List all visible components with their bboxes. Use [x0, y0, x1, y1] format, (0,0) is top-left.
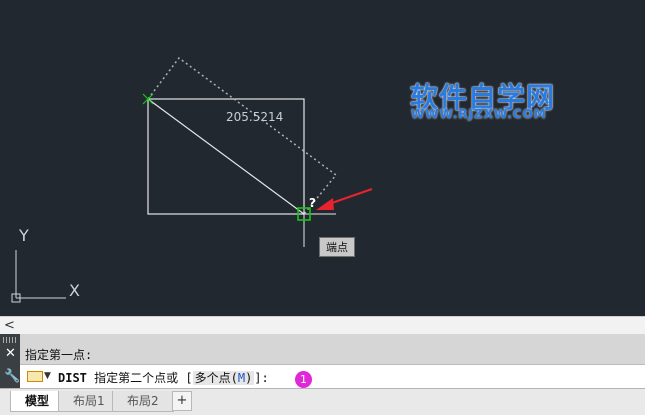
ruler-icon[interactable]	[27, 371, 43, 382]
ucs-y-label: Y	[19, 226, 29, 245]
tab-model[interactable]: 模型	[10, 391, 65, 412]
command-input-line[interactable]: ▼ DIST 指定第二个点或 [多个点(M)]: 1	[20, 364, 645, 388]
multiple-points-option[interactable]: 多个点(M)	[192, 371, 255, 385]
command-prompt: DIST 指定第二个点或 [多个点(M)]:	[58, 369, 269, 386]
layout-tabs: 模型 布局1 布局2 +	[0, 388, 645, 415]
drawing-canvas[interactable]: 205.5214 ? 端点 Y X 软件自学网 WWW.RJZXW.COM	[0, 0, 645, 316]
ucs-icon	[11, 250, 66, 303]
prompt-end: ]:	[254, 371, 269, 385]
cursor-question-mark: ?	[309, 196, 316, 210]
tab-layout2[interactable]: 布局2	[112, 391, 174, 412]
option-label: 多个点(	[194, 371, 238, 385]
grip-icon[interactable]	[3, 337, 17, 343]
close-icon[interactable]: ✕	[5, 346, 16, 361]
chevron-down-icon[interactable]: ▼	[44, 371, 51, 381]
prompt-command: DIST	[58, 371, 87, 385]
snap-tooltip: 端点	[319, 237, 355, 257]
tab-layout1[interactable]: 布局1	[58, 391, 120, 412]
command-line-panel: ✕ 🔧 指定第一点: ▼ DIST 指定第二个点或 [多个点(M)]: 1	[0, 334, 645, 388]
command-panel-handle[interactable]: ✕ 🔧	[0, 334, 20, 388]
step-badge: 1	[295, 371, 312, 388]
command-history-line: 指定第一点:	[25, 348, 93, 362]
scroll-left-button[interactable]: <	[4, 317, 15, 335]
red-arrow-icon	[316, 188, 373, 210]
dimension-preview	[147, 56, 338, 215]
prompt-text: 指定第二个点或 [	[86, 371, 193, 385]
add-tab-button[interactable]: +	[172, 391, 192, 411]
option-close: )	[245, 371, 253, 385]
horizontal-scrollbar[interactable]: <	[0, 316, 645, 335]
ucs-x-label: X	[69, 281, 80, 300]
canvas-graphics	[11, 56, 373, 303]
distance-value: 205.5214	[226, 110, 284, 124]
watermark-url: WWW.RJZXW.COM	[411, 107, 547, 121]
option-key: M	[237, 371, 246, 385]
wrench-icon[interactable]: 🔧	[4, 369, 20, 384]
